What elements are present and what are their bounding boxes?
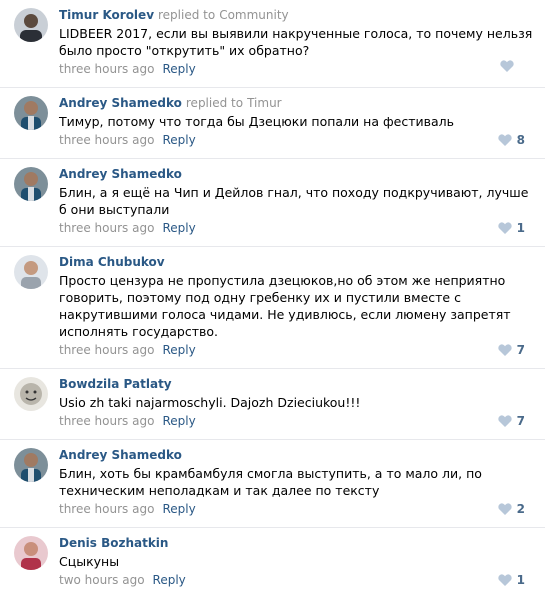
user-avatar-icon[interactable]: [14, 96, 48, 130]
reply-target-link[interactable]: Timur: [247, 96, 282, 110]
heart-icon: [497, 574, 512, 586]
comment-item: Bowdzila Patlaty Usio zh taki najarmosch…: [0, 369, 545, 440]
comment-text: Тимур, потому что тогда бы Дзецюки попал…: [59, 114, 454, 129]
user-avatar-icon[interactable]: [14, 536, 48, 570]
comment-item: Andrey Shamedko Блин, хоть бы крамбамбул…: [0, 440, 545, 528]
like-button[interactable]: 1: [497, 571, 525, 589]
comment-header: Timur Korolev replied to Community: [59, 6, 533, 24]
comment-time[interactable]: three hours ago: [59, 133, 154, 147]
comment-meta: three hours ago Reply: [59, 60, 533, 78]
comment-text: Просто цензура не пропустила дзецюков,но…: [59, 273, 515, 339]
user-avatar-icon[interactable]: [14, 448, 48, 482]
user-avatar-icon[interactable]: [14, 8, 48, 42]
like-button[interactable]: 2: [497, 500, 525, 518]
comment-item: Timur Korolev replied to Community LIDBE…: [0, 0, 545, 88]
author-name[interactable]: Dima Chubukov: [59, 255, 165, 269]
reply-button[interactable]: Reply: [162, 343, 195, 357]
comment-meta: three hours ago Reply 7: [59, 412, 533, 430]
comment-meta: three hours ago Reply 2: [59, 500, 533, 518]
replied-to-label: replied to: [158, 8, 216, 22]
like-button[interactable]: 7: [497, 341, 525, 359]
comment-item: Dima Chubukov Просто цензура не пропусти…: [0, 247, 545, 369]
comment-text: Usio zh taki najarmoschyli. Dajozh Dziec…: [59, 395, 361, 410]
comment-item: Andrey Shamedko replied to Timur Тимур, …: [0, 88, 545, 159]
reply-button[interactable]: Reply: [162, 414, 195, 428]
comment-text: Блин, хоть бы крамбамбуля смогла выступи…: [59, 466, 486, 498]
comment-time[interactable]: three hours ago: [59, 221, 154, 235]
replied-to-label: replied to: [185, 96, 244, 110]
like-button[interactable]: 7: [497, 412, 525, 430]
comment-item: Denis Bozhatkin Сцыкуны two hours ago Rep…: [0, 528, 545, 593]
like-count: 1: [516, 573, 525, 587]
user-avatar-icon[interactable]: [14, 255, 48, 289]
author-name[interactable]: Andrey Shamedko: [59, 448, 182, 462]
like-button[interactable]: 1: [497, 219, 525, 237]
comment-item: Andrey Shamedko Блин, а я ещё на Чип и Д…: [0, 159, 545, 247]
comment-text: Блин, а я ещё на Чип и Дейлов гнал, что …: [59, 185, 533, 217]
user-avatar-icon[interactable]: [14, 377, 48, 411]
comment-time[interactable]: two hours ago: [59, 573, 145, 587]
user-avatar-icon[interactable]: [14, 167, 48, 201]
comment-meta: three hours ago Reply 1: [59, 219, 533, 237]
reply-button[interactable]: Reply: [162, 133, 195, 147]
comment-header: Andrey Shamedko replied to Timur: [59, 94, 533, 112]
comments-list: Timur Korolev replied to Community LIDBE…: [0, 0, 545, 593]
like-count: 2: [516, 502, 525, 516]
comment-header: Denis Bozhatkin: [59, 534, 533, 552]
heart-icon: [497, 344, 512, 356]
reply-button[interactable]: Reply: [162, 62, 195, 76]
author-name[interactable]: Denis Bozhatkin: [59, 536, 168, 550]
comment-header: Bowdzila Patlaty: [59, 375, 533, 393]
comment-meta: three hours ago Reply 7: [59, 341, 533, 359]
author-name[interactable]: Andrey Shamedko: [59, 167, 182, 181]
like-count: 7: [516, 414, 525, 428]
author-name[interactable]: Timur Korolev: [59, 8, 154, 22]
comment-time[interactable]: three hours ago: [59, 502, 154, 516]
comment-text: LIDBEER 2017, если вы выявили накрученны…: [59, 26, 537, 58]
like-count: 8: [516, 133, 525, 147]
comment-meta: three hours ago Reply 8: [59, 131, 533, 149]
author-name[interactable]: Andrey Shamedko: [59, 96, 182, 110]
like-count: 1: [516, 221, 525, 235]
like-count: 7: [516, 343, 525, 357]
comment-text: Сцыкуны: [59, 554, 120, 569]
comment-time[interactable]: three hours ago: [59, 62, 154, 76]
comment-meta: two hours ago Reply 1: [59, 571, 533, 589]
comment-header: Andrey Shamedko: [59, 165, 533, 183]
reply-button[interactable]: Reply: [162, 221, 195, 235]
comment-time[interactable]: three hours ago: [59, 343, 154, 357]
reply-button[interactable]: Reply: [153, 573, 186, 587]
like-button[interactable]: [500, 60, 525, 72]
heart-icon: [497, 415, 512, 427]
heart-icon: [497, 503, 512, 515]
comment-header: Dima Chubukov: [59, 253, 533, 271]
heart-icon: [500, 60, 514, 72]
heart-icon: [497, 222, 512, 234]
author-name[interactable]: Bowdzila Patlaty: [59, 377, 172, 391]
comment-header: Andrey Shamedko: [59, 446, 533, 464]
like-button[interactable]: 8: [497, 131, 525, 149]
heart-icon: [497, 134, 512, 146]
comment-time[interactable]: three hours ago: [59, 414, 154, 428]
reply-button[interactable]: Reply: [162, 502, 195, 516]
reply-target-link[interactable]: Community: [219, 8, 288, 22]
